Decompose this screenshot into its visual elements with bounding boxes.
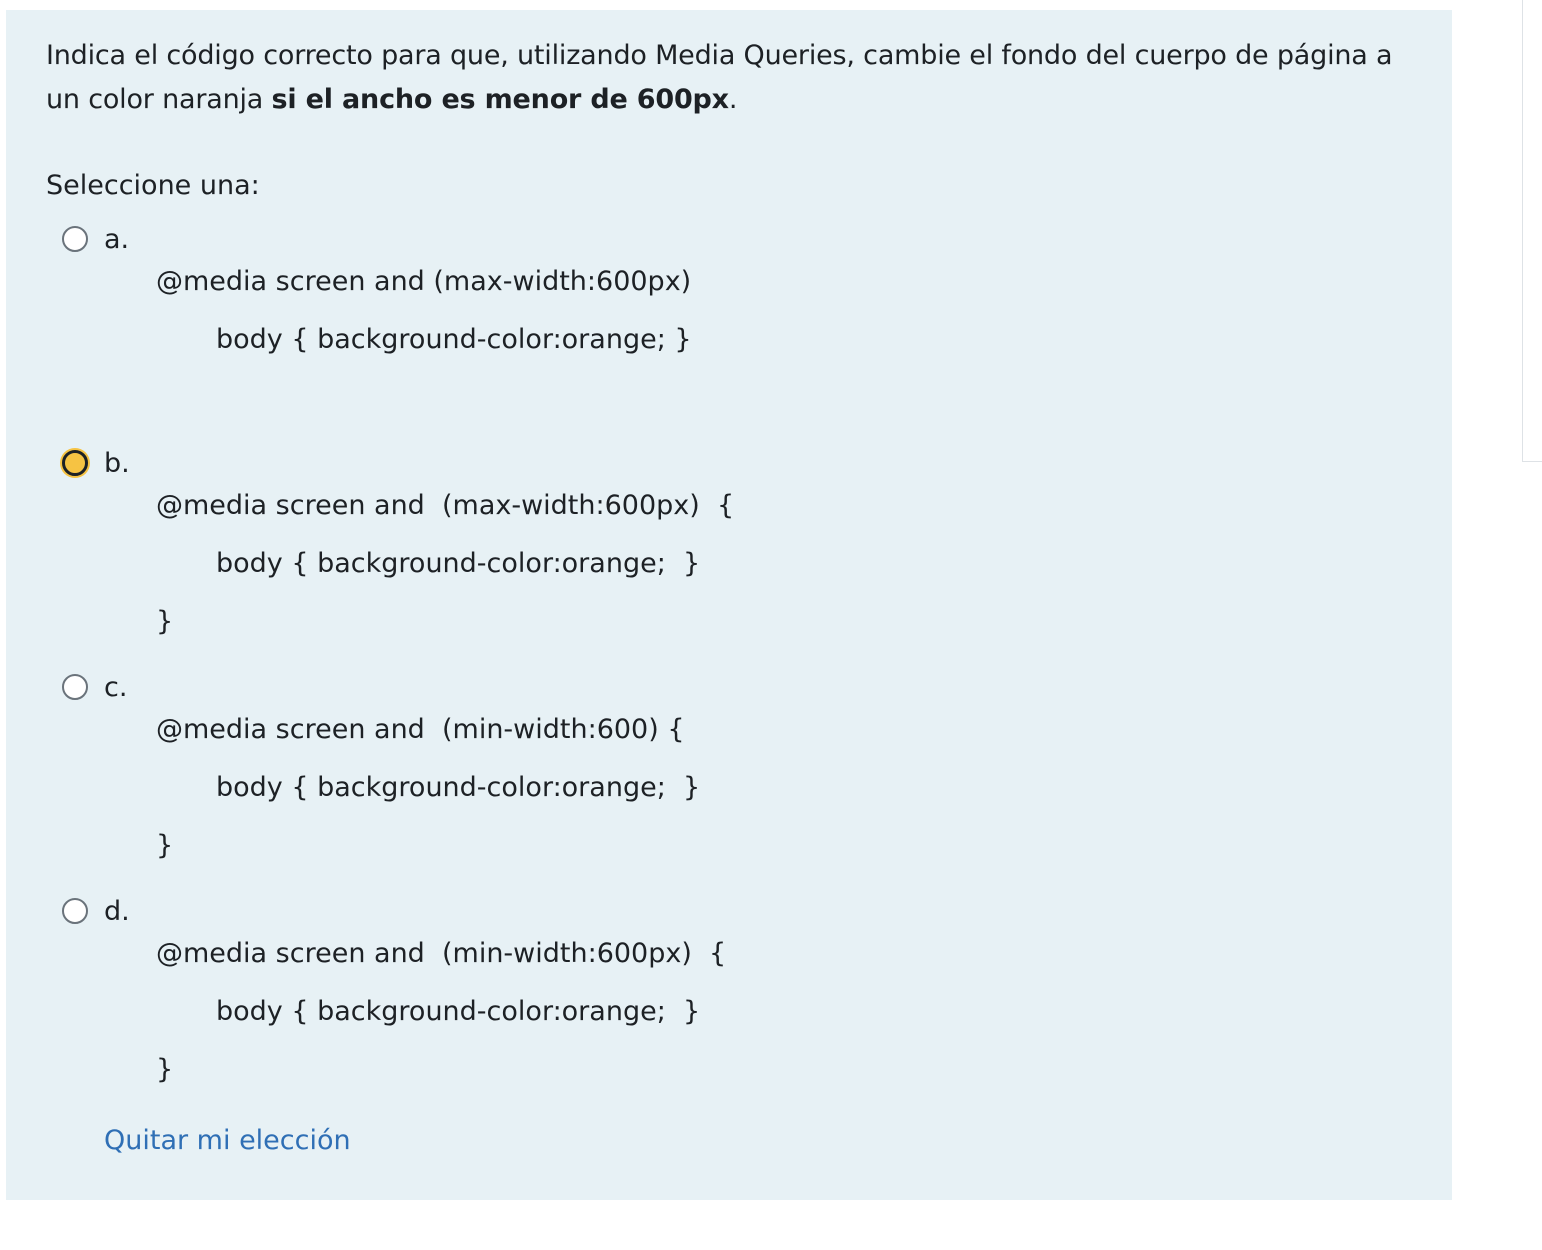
option-letter: c. (104, 672, 128, 703)
question-emphasis: si el ancho es menor de 600px (271, 84, 730, 115)
side-panel-border (1522, 0, 1542, 462)
option-code-line: body { background-color:orange; } (216, 324, 692, 355)
option-code-line: } (156, 830, 174, 861)
option-code-line: body { background-color:orange; } (216, 996, 701, 1027)
option-letter: b. (104, 448, 130, 479)
option-code-line: } (156, 1054, 174, 1085)
question-panel: Indica el código correcto para que, util… (6, 10, 1452, 1200)
clear-choice-link[interactable]: Quitar mi elección (104, 1119, 351, 1163)
option-code-line: @media screen and (max-width:600px) (156, 266, 692, 297)
radio-option-a[interactable] (62, 226, 88, 252)
option-code-line: body { background-color:orange; } (216, 772, 701, 803)
select-one-prompt: Seleccione una: (46, 170, 260, 201)
radio-option-c[interactable] (62, 674, 88, 700)
option-letter: d. (104, 896, 130, 927)
option-code-line: @media screen and (max-width:600px) { (156, 490, 735, 521)
question-text: Indica el código correcto para que, util… (46, 40, 1393, 115)
radio-option-b[interactable] (62, 450, 88, 476)
option-code-line: @media screen and (min-width:600px) { (156, 938, 727, 969)
option-code-line: } (156, 606, 174, 637)
radio-option-d[interactable] (62, 898, 88, 924)
option-code-line: body { background-color:orange; } (216, 548, 701, 579)
option-letter: a. (104, 224, 130, 255)
option-code-line: @media screen and (min-width:600) { (156, 714, 685, 745)
